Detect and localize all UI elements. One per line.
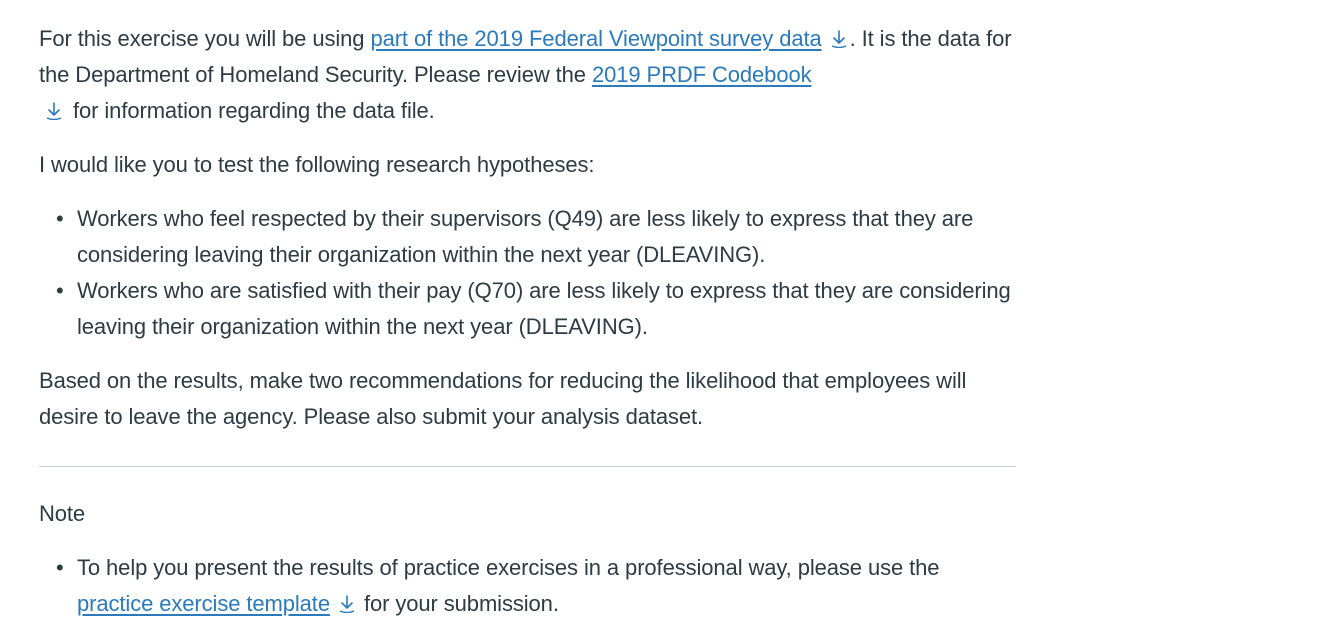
- hypothesis-text: Workers who are satisfied with their pay…: [77, 278, 1011, 339]
- bullet: •: [56, 555, 64, 580]
- horizontal-divider: [39, 466, 1016, 467]
- template-link[interactable]: practice exercise template: [77, 591, 330, 616]
- codebook-link[interactable]: 2019 PRDF Codebook: [592, 62, 812, 87]
- intro-text-3: for information regarding the data file.: [67, 98, 435, 123]
- download-icon[interactable]: [45, 102, 63, 120]
- hypothesis-text: Workers who feel respected by their supe…: [77, 206, 974, 267]
- list-item: • Workers who feel respected by their sup…: [39, 201, 1029, 273]
- bullet: •: [56, 206, 64, 231]
- hypotheses-list: • Workers who feel respected by their sup…: [39, 201, 1029, 345]
- list-item: • Workers who are satisfied with their pa…: [39, 273, 1029, 345]
- hypotheses-intro: I would like you to test the following r…: [39, 152, 595, 177]
- download-icon[interactable]: [338, 595, 356, 613]
- note-list: • To help you present the results of prac…: [39, 550, 1029, 622]
- intro-paragraph: For this exercise you will be using part…: [39, 21, 1029, 129]
- survey-data-link[interactable]: part of the 2019 Federal Viewpoint surve…: [370, 26, 821, 51]
- list-item: • To help you present the results of prac…: [39, 550, 1029, 622]
- note-heading: Note: [39, 501, 86, 526]
- bullet: •: [56, 278, 64, 303]
- download-icon[interactable]: [830, 30, 848, 48]
- note-text-2: for your submission.: [357, 591, 559, 616]
- intro-text-1: For this exercise you will be using: [39, 26, 371, 51]
- note-text-1: To help you present the results of pract…: [77, 555, 940, 580]
- recommendation-paragraph: Based on the results, make two recommend…: [39, 368, 967, 429]
